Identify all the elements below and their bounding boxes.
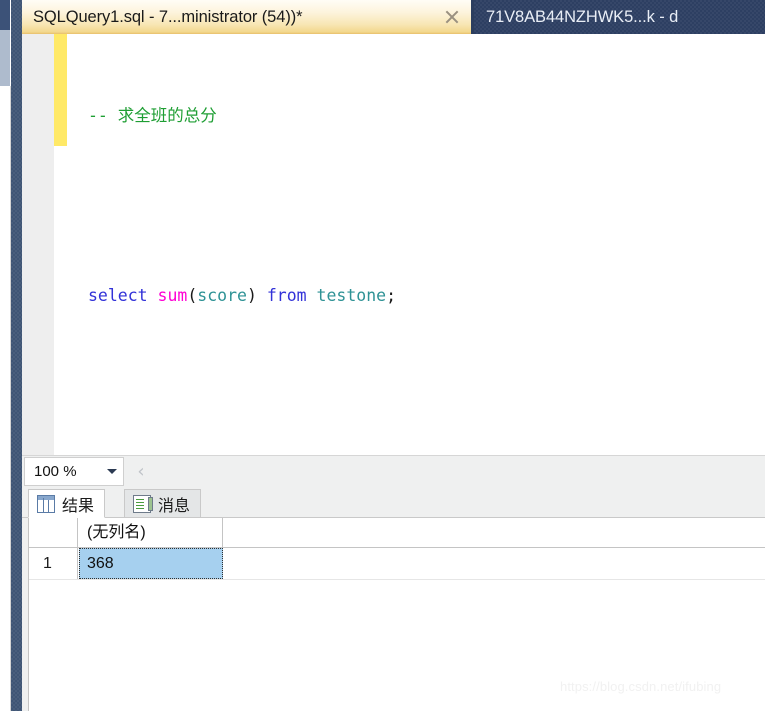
sql-space-2: [257, 286, 267, 305]
sql-semicolon: ;: [386, 286, 397, 305]
sql-function-sum: sum: [157, 286, 188, 305]
code-line-1: -- 求全班的总分: [88, 101, 765, 131]
object-explorer-edge-bottom: [0, 86, 11, 711]
close-icon[interactable]: [441, 6, 463, 28]
cell-row1-col0[interactable]: 368: [79, 548, 223, 579]
sql-comment: -- 求全班的总分: [88, 106, 217, 125]
editor-change-bar: [54, 34, 67, 146]
sql-code-text[interactable]: -- 求全班的总分 select sum(score) from testone…: [67, 34, 765, 455]
tab-object-explorer-document-label: 71V8AB44NZHWK5...k - d: [486, 7, 679, 26]
sql-keyword-select: select: [88, 286, 148, 305]
results-pane: 结果 消息 (无列名) 1 368: [22, 487, 765, 711]
sql-editor[interactable]: -- 求全班的总分 select sum(score) from testone…: [22, 34, 765, 455]
sql-table-testone: testone: [316, 286, 387, 305]
object-explorer-edge-top: [0, 0, 10, 30]
tab-messages[interactable]: 消息: [124, 489, 202, 518]
results-grid-header: (无列名): [29, 518, 765, 548]
editor-status-bar: 100 % ‹: [22, 455, 765, 487]
sql-keyword-from: from: [266, 286, 307, 305]
tab-results-label: 结果: [62, 497, 95, 515]
zoom-level-dropdown[interactable]: 100 %: [24, 457, 124, 486]
chevron-left-icon[interactable]: ‹: [132, 461, 150, 482]
sql-paren-close: ): [246, 286, 257, 305]
results-grid-icon: [37, 494, 55, 513]
document-tab-bar: SQLQuery1.sql - 7...ministrator (54))* 7…: [22, 0, 765, 34]
tab-sqlquery1[interactable]: SQLQuery1.sql - 7...ministrator (54))*: [22, 0, 471, 34]
tab-messages-label: 消息: [158, 497, 191, 515]
sql-column-score: score: [197, 286, 247, 305]
editor-gutter: [22, 34, 54, 455]
tab-results[interactable]: 结果: [28, 489, 106, 518]
results-tab-strip: 结果 消息: [22, 487, 765, 518]
auto-hide-dock-bar[interactable]: [11, 0, 22, 711]
row-header-1[interactable]: 1: [29, 548, 78, 579]
sql-space-1: [148, 286, 158, 305]
tab-sqlquery1-label: SQLQuery1.sql - 7...ministrator (54))*: [33, 7, 303, 26]
sql-space-3: [307, 286, 317, 305]
object-explorer-edge-middle: [0, 30, 10, 86]
sql-paren-open: (: [187, 286, 198, 305]
watermark: https://blog.csdn.net/ifubing: [560, 679, 722, 694]
zoom-level-value: 100 %: [34, 463, 77, 480]
code-line-3: select sum(score) from testone;: [88, 281, 765, 311]
table-row[interactable]: 1 368: [29, 548, 765, 580]
left-dock-strip: [0, 0, 22, 711]
column-header-0[interactable]: (无列名): [79, 518, 223, 547]
grid-select-all-corner[interactable]: [29, 518, 78, 547]
chevron-down-icon[interactable]: [101, 467, 123, 476]
messages-icon: [133, 494, 153, 513]
tab-object-explorer-document[interactable]: 71V8AB44NZHWK5...k - d: [474, 0, 765, 34]
